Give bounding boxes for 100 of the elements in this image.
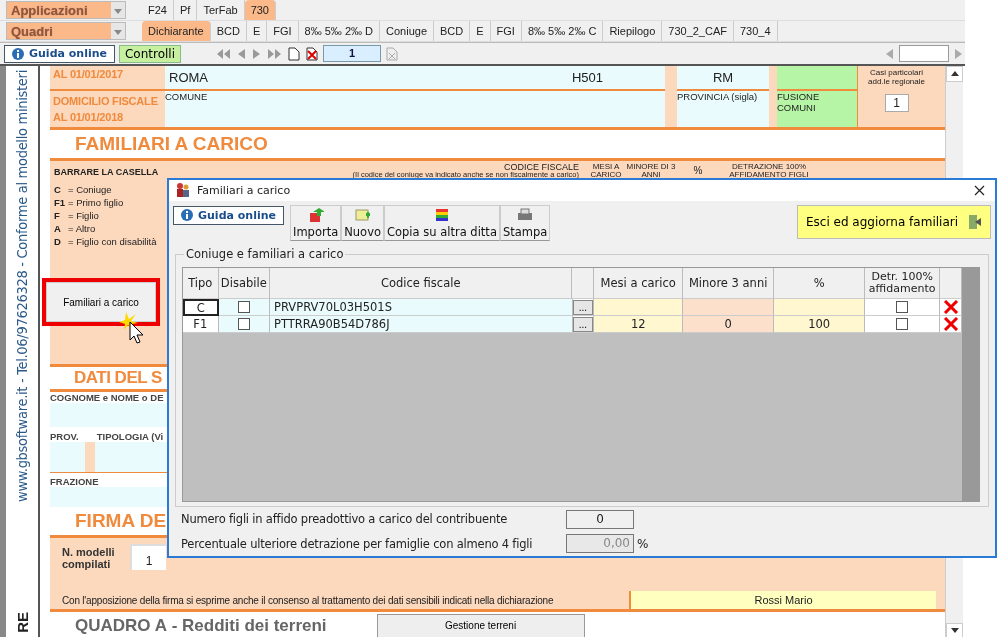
module-tab[interactable]: Pf <box>173 0 198 20</box>
section-tab[interactable]: E <box>246 21 268 41</box>
models-field[interactable]: 1 <box>130 544 166 570</box>
section-tab[interactable]: 8‰ 5‰ 2‰ D <box>298 21 381 41</box>
unit-label: % <box>637 536 649 551</box>
delete-icon[interactable] <box>941 300 960 315</box>
toolbar-button[interactable]: Importa <box>290 204 342 241</box>
legend-text: = Altro <box>68 222 96 235</box>
module-tab[interactable]: 730 <box>244 0 276 20</box>
field-label: N. modelli compilati <box>62 546 116 570</box>
column-header: CODICE FISCALE <box>504 163 579 171</box>
section-tab[interactable]: 730_4 <box>734 21 778 41</box>
column-header: MINORE DI 3 ANNI <box>625 163 677 179</box>
field-label: Numero figli in affido preadottivo a carico del contribuente <box>181 512 509 527</box>
field-label: PROVINCIA (sigla) <box>677 91 758 102</box>
section-tab[interactable]: FGI <box>490 21 522 41</box>
toolbar-button[interactable]: Stampa <box>499 204 551 241</box>
section-tab[interactable]: Dichiarante <box>142 21 211 41</box>
checkbox[interactable] <box>896 301 909 314</box>
field-label: Percentuale ulteriore detrazione per famiglie con almeno 4 figli <box>181 536 534 551</box>
table-cell: PTTRRA90B54D786J <box>270 316 573 334</box>
legend-code: D <box>54 235 62 248</box>
legend-text: = Primo figlio <box>68 196 124 209</box>
field-label: COMUNE <box>165 91 208 102</box>
section-tab[interactable]: 8‰ 5‰ 2‰ C <box>521 21 604 41</box>
side-caption: www.gbsoftware.it - Tel.06/97626328 - Conforme al modello ministeri <box>14 70 30 502</box>
module-tab[interactable]: F24 <box>142 0 174 20</box>
delete-page-icon[interactable] <box>305 46 320 61</box>
section-title: FAMILIARI A CARICO <box>75 133 268 155</box>
dropdown-arrow-icon[interactable] <box>114 30 122 35</box>
first-page-icon[interactable] <box>215 46 232 61</box>
sheets-dropdown[interactable]: Quadri <box>6 22 126 40</box>
section-title: FIRMA DE <box>75 510 167 532</box>
checkbox[interactable] <box>237 301 250 314</box>
new-page-icon[interactable] <box>287 46 302 61</box>
checkbox[interactable] <box>896 318 909 331</box>
section-tab[interactable]: Riepilogo <box>603 21 663 41</box>
field-label: TIPOLOGIA (Vi <box>96 430 164 442</box>
legend-code: F <box>54 209 61 222</box>
scroll-down-icon[interactable] <box>950 628 959 633</box>
section-title: QUADRO A - Redditi dei terreni <box>75 615 327 636</box>
legend-code: A <box>54 222 62 235</box>
legend-text: = Figlio con disabilità <box>68 235 157 248</box>
section-tab[interactable]: FGI <box>267 21 299 41</box>
field-label: AL 01/01/2018 <box>53 110 124 125</box>
special-cases-field[interactable]: 1 <box>884 94 909 112</box>
special-cases-label: Casi particolari add.le regionale <box>867 68 926 86</box>
box-arrow-icon <box>307 206 324 223</box>
land-button[interactable]: Gestione terreni <box>376 613 585 637</box>
section-tab[interactable]: 730_2_CAF <box>662 21 734 41</box>
page-field[interactable]: 1 <box>323 45 382 62</box>
legend-text: = Figlio <box>68 209 99 222</box>
toolbar-button[interactable]: Copia su altra ditta <box>384 204 500 241</box>
legend-text: = Coniuge <box>68 183 112 196</box>
help-button[interactable]: Guida online <box>173 205 284 225</box>
dropdown-arrow-icon[interactable] <box>114 9 122 14</box>
family-icon <box>175 182 191 199</box>
checks-button[interactable]: Controlli <box>119 44 182 63</box>
column-header: % <box>692 167 704 175</box>
signer-field[interactable]: Rossi Mario <box>629 591 936 609</box>
table-cell: 0 <box>683 316 775 334</box>
section-tab[interactable]: BCD <box>210 21 247 41</box>
exit-button[interactable]: Esci ed aggiorna familiari <box>796 204 991 239</box>
dialog-title: Familiari a carico <box>197 183 292 197</box>
column-header: Tipo <box>183 268 219 300</box>
section-tab[interactable]: Coniuge <box>380 21 434 41</box>
section-tab[interactable]: E <box>470 21 491 41</box>
info-icon <box>12 47 24 60</box>
table-cell: 12 <box>594 316 684 334</box>
foster-field[interactable]: 0 <box>566 509 634 529</box>
field-label: AL 01/01/2017 <box>52 67 124 82</box>
info-icon <box>181 209 193 222</box>
province-value: RM <box>712 70 734 85</box>
column-header: MESI A CARICO <box>589 163 623 179</box>
checkbox[interactable] <box>237 318 250 331</box>
section-tab[interactable]: BCD <box>434 21 471 41</box>
help-button[interactable]: Guida online <box>4 44 115 63</box>
stack-icon <box>433 206 450 223</box>
group-title: Coniuge e familiari a carico <box>184 247 346 262</box>
column-header: DETRAZIONE 100% AFFIDAMENTO FIGLI <box>728 163 810 179</box>
module-tab[interactable]: TerFab <box>197 0 245 20</box>
field-label: FUSIONE COMUNI <box>777 91 821 113</box>
city-code-value: H501 <box>571 70 603 85</box>
table-cell: 100 <box>774 316 866 334</box>
type-cell[interactable]: F1 <box>183 316 219 334</box>
toolbar-button[interactable]: Nuovo <box>341 204 384 241</box>
delete-icon[interactable] <box>941 317 960 332</box>
dependents-button[interactable]: Familiari a carico <box>46 282 156 322</box>
field-label: COGNOME e NOME o DE <box>50 392 165 403</box>
field-label: PROV. <box>50 430 79 442</box>
scroll-up-icon[interactable] <box>950 71 959 76</box>
consent-text: Con l'apposizione della firma si esprime anche il consenso al trattamento dei dati sensibili indicati nella dichiarazione <box>62 594 555 606</box>
table-cell: PRVPRV70L03H501S <box>270 299 573 317</box>
legend-code: F1 <box>54 196 67 209</box>
province-field[interactable] <box>50 441 85 472</box>
navigation-field[interactable] <box>899 45 949 62</box>
folder-plus-icon <box>354 206 371 223</box>
door-icon <box>968 213 982 230</box>
type-cell[interactable]: C <box>183 299 219 317</box>
side-mark: RE <box>13 612 31 633</box>
